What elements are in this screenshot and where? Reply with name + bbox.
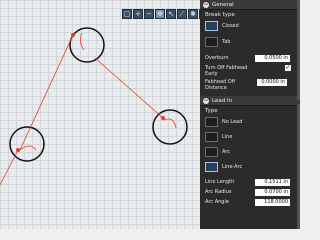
tab-break-icon (205, 37, 218, 47)
break-type-tab-option[interactable]: Tab (200, 34, 300, 50)
turn-off-fabhead-checkbox[interactable]: ✓ (285, 65, 291, 71)
pierce-marker-3 (161, 116, 165, 120)
hole-circle-1 (69, 27, 105, 63)
drawing-canvas[interactable]: ▢ + − ✥ ↖ ⟋ ✱ ⊘ (0, 0, 200, 229)
lead-in-title: Lead In (212, 97, 233, 104)
measure-icon[interactable]: ⟋ (177, 9, 187, 19)
arc-lead-icon (205, 146, 218, 157)
collapse-icon[interactable]: − (203, 1, 209, 8)
fabhead-off-distance-row: Fabhead Off Distance 0.0000 in (205, 79, 287, 91)
arc-angle-field: Arc Angle 118.0000 (205, 198, 290, 206)
settings-icon[interactable]: ✱ (188, 9, 198, 19)
panel-scrollbar-lower[interactable] (297, 104, 300, 229)
zoom-out-icon[interactable]: − (144, 9, 154, 19)
view-toolbar: ▢ + − ✥ ↖ ⟋ ✱ ⊘ (122, 9, 200, 20)
lead-arc-option[interactable]: Arc (200, 144, 300, 159)
pierce-marker-2 (16, 148, 20, 152)
traverse-line-3 (0, 149, 19, 186)
line-length-field: Line Length 0.1511 in (205, 178, 290, 186)
arc-radius-field: Arc Radius 0.0700 in (205, 188, 290, 196)
cut-path-drawing (0, 27, 188, 186)
panel-scrollbar[interactable] (297, 0, 300, 100)
line-lead-icon (205, 131, 218, 142)
arc-angle-input[interactable]: 118.0000 (255, 198, 290, 206)
break-type-label: Break type (205, 12, 235, 18)
lead-no-lead-option[interactable]: No Lead (200, 114, 300, 129)
turn-off-fabhead-row: Turn Off Fabhead Early ✓ (205, 64, 291, 77)
hole-circle-3 (152, 109, 188, 145)
properties-panel: − General Break type Closed Tab Overburn… (200, 0, 300, 229)
general-section-header[interactable]: − General (200, 0, 300, 10)
lead-line-option[interactable]: Line (200, 129, 300, 144)
select-icon[interactable]: ↖ (166, 9, 176, 19)
fabhead-off-distance-input[interactable]: 0.0000 in (257, 79, 287, 86)
lead-type-label: Type (205, 108, 218, 114)
break-type-closed-option[interactable]: Closed (200, 18, 300, 34)
arc-radius-input[interactable]: 0.0700 in (255, 188, 290, 196)
pierce-marker-1 (71, 33, 75, 37)
collapse-icon[interactable]: − (203, 97, 209, 104)
zoom-in-icon[interactable]: + (133, 9, 143, 19)
lead-arc-2 (19, 145, 37, 151)
overburn-field: Overburn 0.0500 in (205, 54, 290, 62)
line-length-input[interactable]: 0.1511 in (255, 178, 290, 186)
no-lead-icon (205, 116, 218, 127)
lead-arc-1 (80, 32, 85, 51)
closed-break-icon (205, 21, 218, 31)
lead-in-section-header[interactable]: − Lead In (200, 96, 300, 106)
zoom-extents-icon[interactable]: ▢ (122, 9, 132, 19)
lead-line-arc-option[interactable]: Line-Arc (200, 159, 300, 174)
lead-arc-3 (163, 118, 177, 129)
traverse-line-2 (94, 57, 164, 119)
line-arc-lead-icon (205, 161, 218, 172)
pan-icon[interactable]: ✥ (155, 9, 165, 19)
overburn-input[interactable]: 0.0500 in (255, 54, 290, 62)
traverse-line-1 (19, 34, 74, 151)
general-title: General (212, 1, 234, 8)
